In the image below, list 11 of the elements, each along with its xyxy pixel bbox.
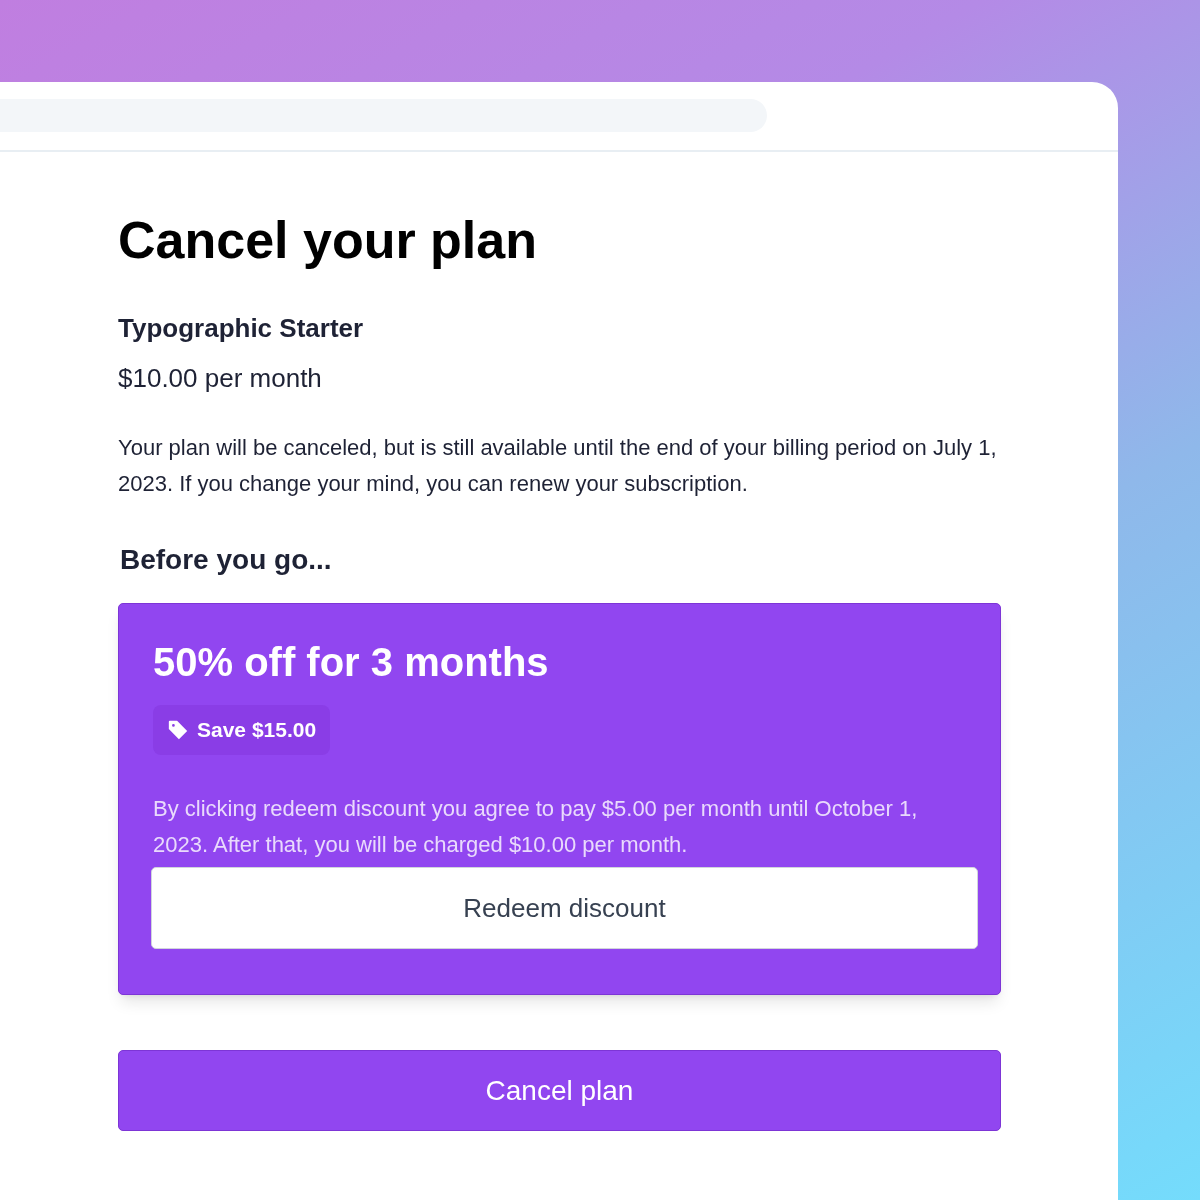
cancellation-notice: Your plan will be canceled, but is still available until the end of your billing period on July 1, 2023. If you change your mind, you can renew your subscription. bbox=[118, 434, 998, 498]
plan-price: $10.00 per month bbox=[118, 362, 323, 395]
redeem-discount-button[interactable]: Redeem discount bbox=[151, 867, 978, 949]
page-title: Cancel your plan bbox=[118, 210, 538, 271]
section-title: Before you go... bbox=[120, 543, 333, 577]
cancel-plan-button[interactable]: Cancel plan bbox=[118, 1050, 1001, 1131]
offer-terms: By clicking redeem discount you agree to pay $5.00 per month until October 1, 2023. After that, you will be charged $10.00 per month. bbox=[153, 795, 919, 859]
plan-name: Typographic Starter bbox=[118, 312, 365, 345]
tag-icon bbox=[167, 719, 189, 741]
offer-heading: 50% off for 3 months bbox=[153, 639, 550, 686]
savings-badge: Save $15.00 bbox=[153, 705, 331, 755]
